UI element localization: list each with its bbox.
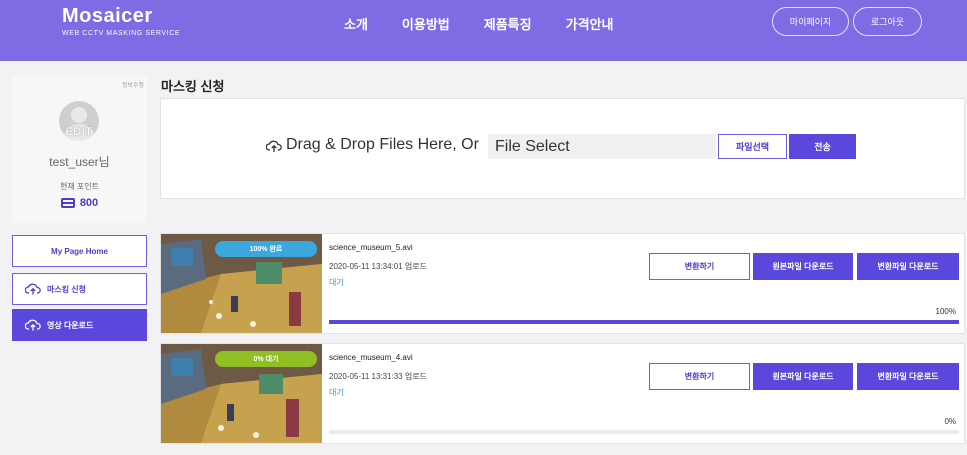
sidebar-item-label: 영상 다운로드 [47,320,94,330]
upload-date: 2020-05-11 13:31:33 업로드 [329,372,427,381]
mypage-button[interactable]: 마이페이지 [772,7,849,36]
points-label: 현재 포인트 [59,182,100,191]
video-thumbnail[interactable]: 100% 완료 [161,234,322,333]
file-status: 대기 [329,278,344,287]
send-button[interactable]: 전송 [789,134,856,159]
file-name: science_museum_4.avi [329,353,413,362]
profile-edit-link[interactable]: 정보수정 [122,80,144,89]
logo[interactable]: Mosaicer WEB CCTV MASKING SERVICE [62,5,180,37]
logout-button[interactable]: 로그아웃 [853,7,922,36]
upload-dropzone[interactable]: Drag & Drop Files Here, Or 파일선택 전송 [160,98,965,199]
status-badge: 0% 대기 [215,351,317,367]
cloud-upload-icon [25,319,41,331]
sidebar-item-label: My Page Home [51,246,108,256]
convert-button[interactable]: 변환하기 [649,253,750,280]
nav-item-howto[interactable]: 이용방법 [402,14,450,33]
convert-button[interactable]: 변환하기 [649,363,750,390]
page-title: 마스킹 신청 [161,79,225,94]
logo-tagline: WEB CCTV MASKING SERVICE [62,30,181,37]
main-nav: 소개 이용방법 제품특징 가격안내 [344,14,647,33]
file-status: 대기 [329,388,344,397]
file-row: 100% 완료 science_museum_5.avi 2020-05-11 … [160,233,965,334]
status-badge: 100% 완료 [215,241,317,257]
video-thumbnail[interactable]: 0% 대기 [161,344,322,443]
cloud-upload-icon [266,140,282,152]
dropzone-text: Drag & Drop Files Here, Or [286,136,479,153]
file-name: science_museum_5.avi [329,243,413,252]
top-header: Mosaicer WEB CCTV MASKING SERVICE 소개 이용방… [0,0,967,61]
logo-title[interactable]: Mosaicer [62,5,180,28]
file-row: 0% 대기 science_museum_4.avi 2020-05-11 13… [160,343,965,444]
progress-percent: 0% [944,417,956,426]
avatar[interactable]: EDIT [59,101,99,141]
nav-item-features[interactable]: 제품특징 [484,14,532,33]
avatar-head [71,107,87,123]
profile-card: 정보수정 EDIT test_user님 현재 포인트 800 [12,77,147,223]
progress-bar [329,430,959,434]
sidebar-item-video-download[interactable]: 영상 다운로드 [12,309,147,341]
username: test_user님 [49,155,110,169]
upload-date: 2020-05-11 13:34:01 업로드 [329,262,427,271]
points-value: 800 [79,197,99,209]
download-converted-button[interactable]: 변환파일 다운로드 [857,253,959,280]
nav-item-intro[interactable]: 소개 [344,14,368,33]
choose-file-button[interactable]: 파일선택 [718,134,787,159]
download-original-button[interactable]: 원본파일 다운로드 [753,253,853,280]
avatar-edit-label[interactable]: EDIT [59,126,99,138]
cloud-upload-icon [25,283,41,295]
download-converted-button[interactable]: 변환파일 다운로드 [857,363,959,390]
file-select-input[interactable] [488,134,716,159]
sidebar-item-mypage-home[interactable]: My Page Home [12,235,147,267]
progress-bar [329,320,959,324]
sidebar-item-label: 마스킹 신청 [47,284,87,294]
progress-fill [329,320,959,324]
download-original-button[interactable]: 원본파일 다운로드 [753,363,853,390]
sidebar-item-masking-request[interactable]: 마스킹 신청 [12,273,147,305]
progress-percent: 100% [935,307,956,316]
points-row: 800 [12,197,147,209]
nav-item-pricing[interactable]: 가격안내 [566,14,614,33]
credit-card-icon [60,198,75,208]
